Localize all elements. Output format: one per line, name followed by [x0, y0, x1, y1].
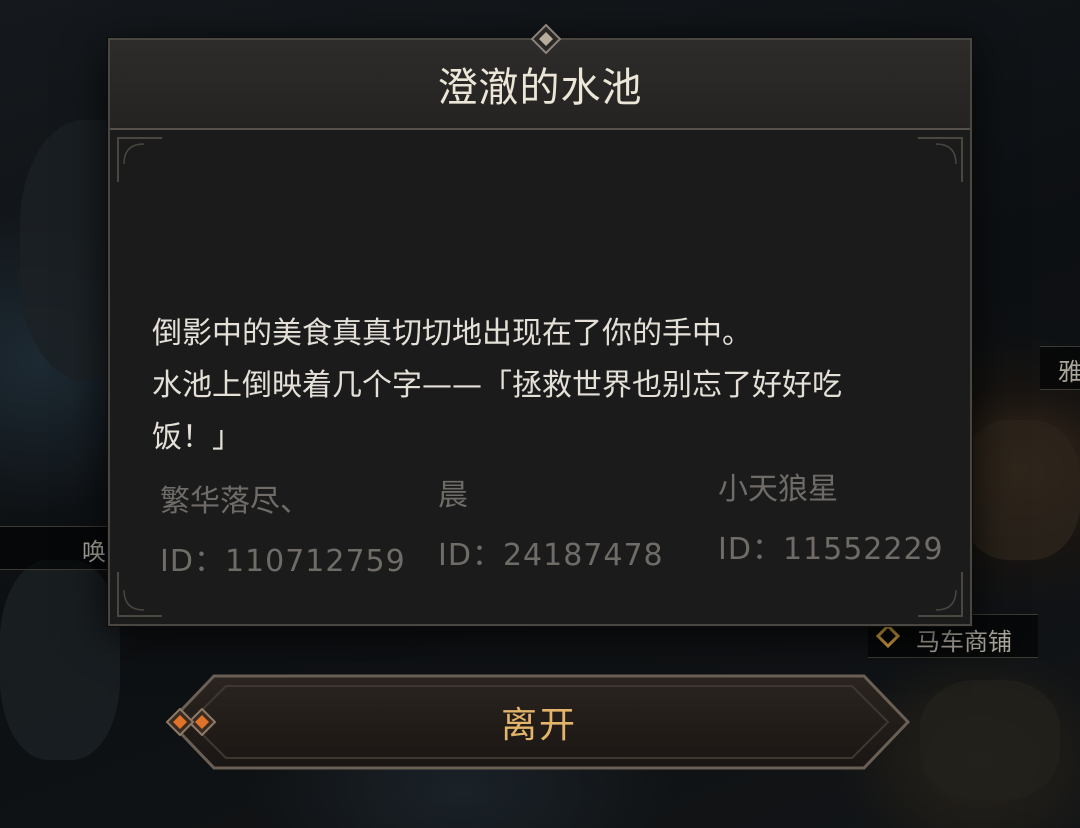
player-id: ID：24187478 [438, 538, 664, 573]
player-id: ID：110712759 [160, 544, 406, 579]
event-dialog: 澄澈的水池 倒影中的美食真真切切地出现在了你的手中。 水池上倒映着几个字——「拯… [108, 24, 972, 626]
leave-button[interactable]: 离开 [166, 672, 912, 772]
player-name: 繁华落尽、 [160, 484, 310, 519]
message-line: 水池上倒映着几个字——「拯救世界也别忘了好好吃 [152, 368, 842, 403]
corner-ornament-icon [117, 137, 162, 182]
corner-ornament-icon [918, 137, 963, 182]
player-name: 晨 [438, 478, 468, 513]
player-entry: 繁华落尽、 ID：110712759 [160, 482, 406, 580]
diamond-marker-icon [875, 623, 901, 649]
player-list: 繁华落尽、 ID：110712759 晨 ID：24187478 小天狼星 ID… [110, 472, 970, 588]
dialog-message: 倒影中的美食真真切切地出现在了你的手中。 水池上倒映着几个字——「拯救世界也别忘… [152, 308, 942, 464]
map-building [960, 420, 1080, 560]
player-name: 小天狼星 [718, 472, 838, 507]
leave-button-label[interactable]: 离开 [166, 672, 912, 772]
dialog-title: 澄澈的水池 [437, 65, 643, 111]
map-location-label[interactable]: 唤 [82, 532, 106, 567]
map-building [920, 680, 1060, 800]
message-line: 倒影中的美食真真切切地出现在了你的手中。 [152, 316, 752, 351]
map-location-label[interactable]: 雅 [1058, 352, 1080, 387]
player-entry: 晨 ID：24187478 [438, 476, 664, 574]
message-line: 饭！」 [152, 420, 242, 455]
ornament-gem-icon [531, 24, 561, 54]
player-id: ID：11552229 [718, 532, 944, 567]
carriage-shop-label[interactable]: 马车商铺 [916, 622, 1012, 657]
player-entry: 小天狼星 ID：11552229 [718, 470, 944, 568]
map-cliff [0, 560, 120, 760]
